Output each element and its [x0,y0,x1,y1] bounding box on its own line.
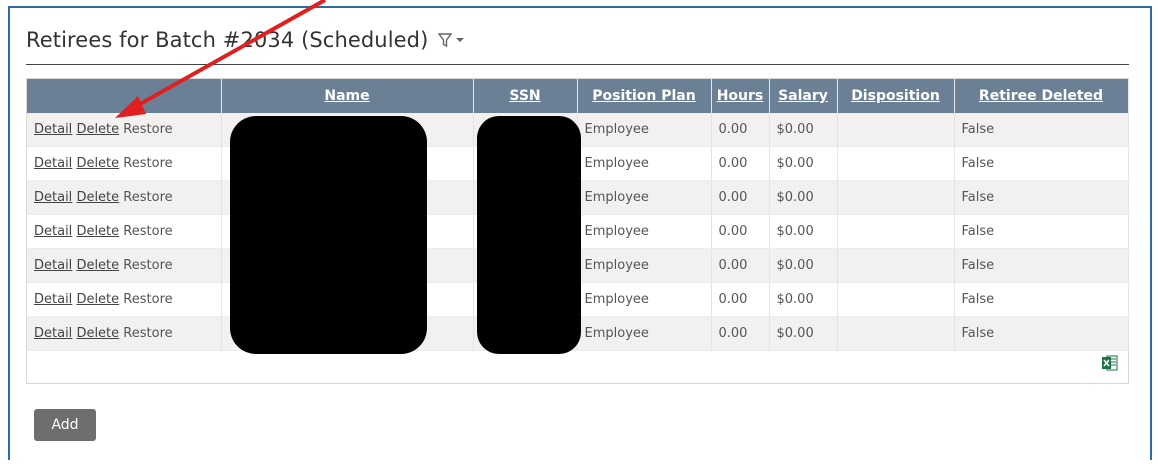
detail-link[interactable]: Detail [34,224,72,239]
column-header-hours[interactable]: Hours [711,79,770,113]
cell-position-plan: Employee [577,214,712,249]
filter-icon [438,32,453,47]
cell-position-plan: Employee [577,180,712,215]
restore-link[interactable]: Restore [123,326,172,341]
cell-hours: 0.00 [711,248,770,283]
cell-retiree-deleted: False [954,282,1129,317]
cell-disposition [837,282,955,317]
cell-salary: $0.00 [769,146,838,181]
column-header-salary[interactable]: Salary [769,79,838,113]
delete-link[interactable]: Delete [76,292,119,307]
redacted-name-column [230,116,427,354]
cell-hours: 0.00 [711,214,770,249]
cell-hours: 0.00 [711,180,770,215]
detail-link[interactable]: Detail [34,156,72,171]
cell-disposition [837,180,955,215]
cell-position-plan: Employee [577,282,712,317]
cell-hours: 0.00 [711,316,770,351]
detail-link[interactable]: Detail [34,292,72,307]
cell-retiree-deleted: False [954,113,1129,147]
delete-link[interactable]: Delete [76,190,119,205]
cell-retiree-deleted: False [954,248,1129,283]
table-header-row: Name SSN Position Plan Hours Salary Disp… [27,79,1129,113]
column-header-name[interactable]: Name [221,79,474,113]
column-header-actions [27,79,222,113]
restore-link[interactable]: Restore [123,122,172,137]
row-actions: Detail Delete Restore [27,214,222,249]
add-button[interactable]: Add [34,409,96,441]
chevron-down-icon [456,38,465,42]
detail-link[interactable]: Detail [34,190,72,205]
cell-disposition [837,316,955,351]
detail-link[interactable]: Detail [34,326,72,341]
restore-link[interactable]: Restore [123,156,172,171]
row-actions: Detail Delete Restore [27,282,222,317]
page-title: Retirees for Batch #2034 (Scheduled) [26,28,429,52]
cell-retiree-deleted: False [954,180,1129,215]
title-divider [26,64,1129,65]
delete-link[interactable]: Delete [76,258,119,273]
cell-retiree-deleted: False [954,146,1129,181]
cell-salary: $0.00 [769,214,838,249]
cell-position-plan: Employee [577,316,712,351]
cell-hours: 0.00 [711,146,770,181]
row-actions: Detail Delete Restore [27,146,222,181]
delete-link[interactable]: Delete [76,224,119,239]
cell-hours: 0.00 [711,282,770,317]
cell-position-plan: Employee [577,113,712,147]
cell-disposition [837,146,955,181]
cell-disposition [837,248,955,283]
delete-link[interactable]: Delete [76,326,119,341]
delete-link[interactable]: Delete [76,122,119,137]
redacted-ssn-column [477,116,581,354]
cell-salary: $0.00 [769,180,838,215]
row-actions: Detail Delete Restore [27,316,222,351]
row-actions: Detail Delete Restore [27,180,222,215]
cell-disposition [837,214,955,249]
detail-link[interactable]: Detail [34,122,72,137]
cell-salary: $0.00 [769,248,838,283]
detail-link[interactable]: Detail [34,258,72,273]
column-header-disposition[interactable]: Disposition [837,79,955,113]
column-header-ssn[interactable]: SSN [473,79,578,113]
filter-dropdown[interactable] [438,32,465,48]
cell-disposition [837,113,955,147]
column-header-position-plan[interactable]: Position Plan [577,79,712,113]
delete-link[interactable]: Delete [76,156,119,171]
cell-retiree-deleted: False [954,214,1129,249]
restore-link[interactable]: Restore [123,292,172,307]
cell-retiree-deleted: False [954,316,1129,351]
restore-link[interactable]: Restore [123,224,172,239]
restore-link[interactable]: Restore [123,258,172,273]
row-actions: Detail Delete Restore [27,113,222,147]
cell-position-plan: Employee [577,146,712,181]
excel-export-icon[interactable] [1102,354,1118,372]
column-header-retiree-deleted[interactable]: Retiree Deleted [954,79,1129,113]
cell-salary: $0.00 [769,282,838,317]
cell-position-plan: Employee [577,248,712,283]
cell-hours: 0.00 [711,113,770,147]
restore-link[interactable]: Restore [123,190,172,205]
panel-header: Retirees for Batch #2034 (Scheduled) [26,28,465,52]
row-actions: Detail Delete Restore [27,248,222,283]
cell-salary: $0.00 [769,113,838,147]
cell-salary: $0.00 [769,316,838,351]
